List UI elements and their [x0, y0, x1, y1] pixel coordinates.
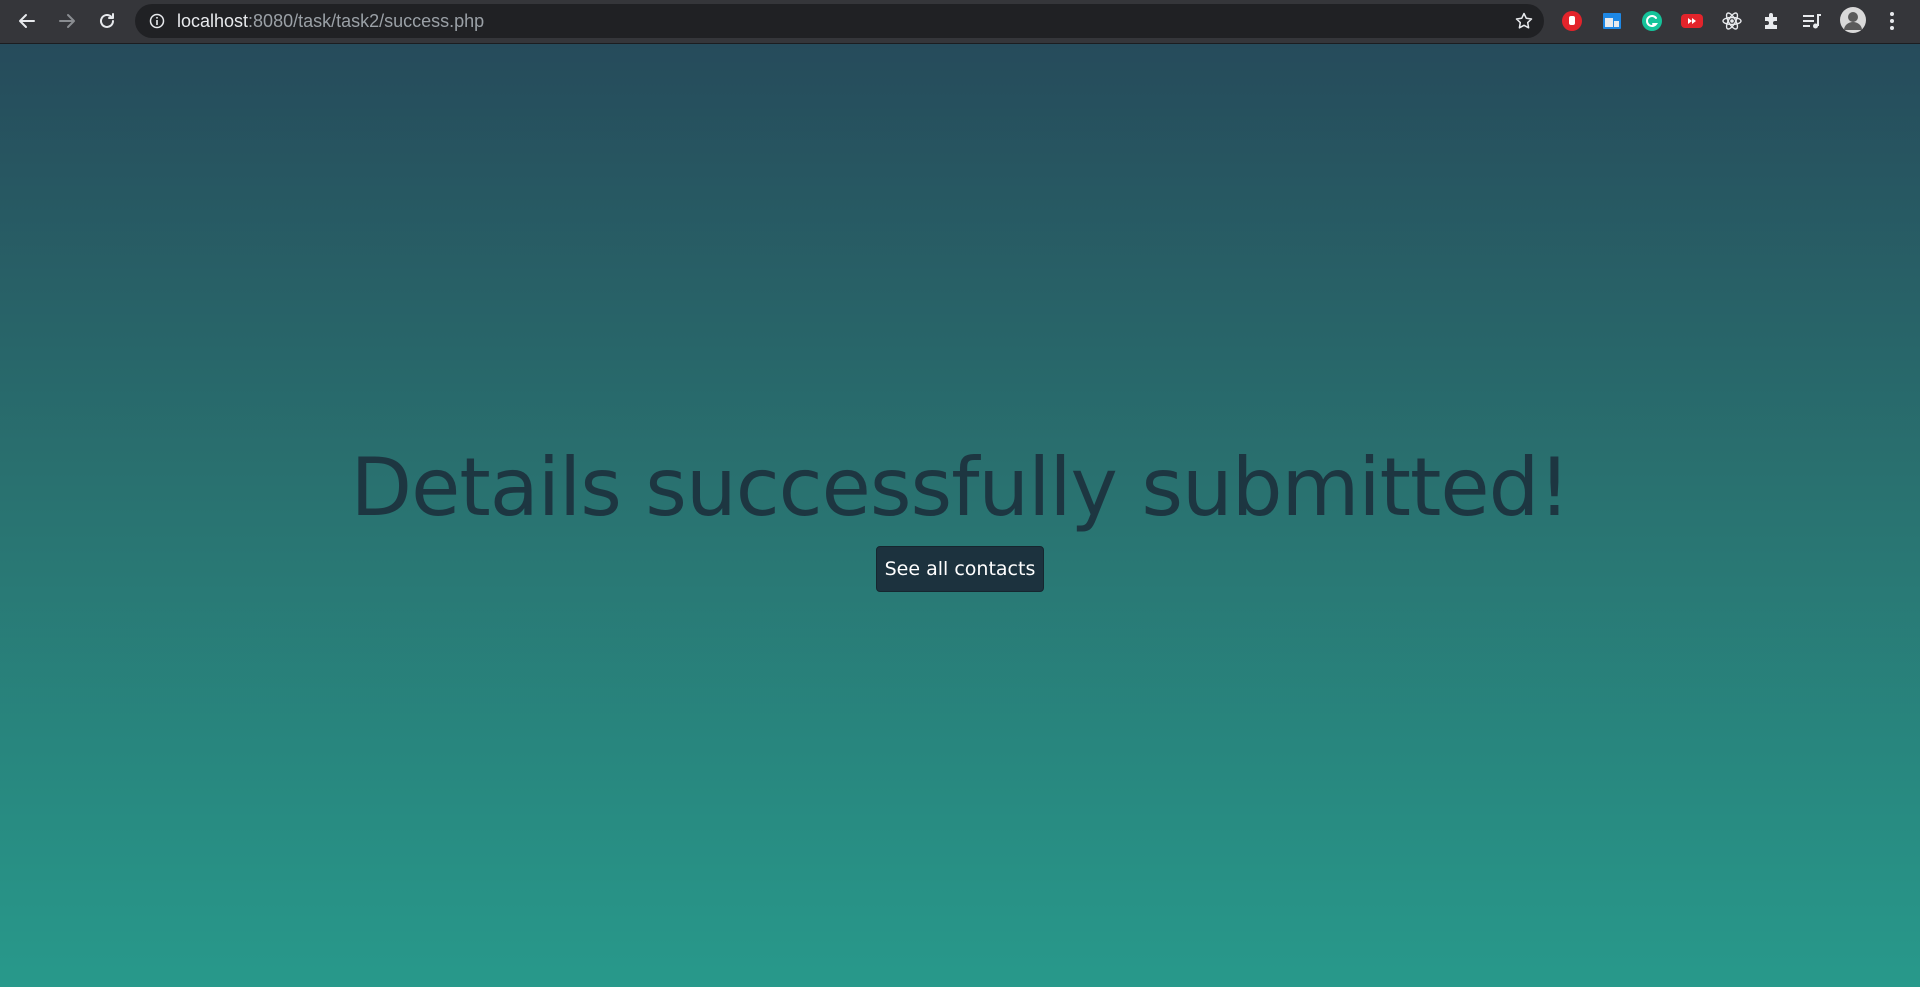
- back-arrow-icon: [19, 14, 35, 28]
- address-bar[interactable]: localhost:8080/task/task2/success.php: [135, 4, 1544, 38]
- browser-toolbar: localhost:8080/task/task2/success.php: [0, 0, 1920, 44]
- url-path: :8080/task/task2/success.php: [248, 11, 485, 31]
- success-heading: Details successfully submitted!: [350, 441, 1571, 534]
- media-control-icon[interactable]: [1799, 8, 1825, 34]
- url-text[interactable]: localhost:8080/task/task2/success.php: [177, 4, 484, 38]
- profile-avatar[interactable]: [1839, 6, 1867, 34]
- back-button[interactable]: [12, 6, 42, 36]
- window-extension-icon[interactable]: [1599, 8, 1625, 34]
- grammarly-icon[interactable]: [1639, 8, 1665, 34]
- react-devtools-icon[interactable]: [1719, 8, 1745, 34]
- reload-icon: [100, 13, 114, 28]
- youtube-extension-icon[interactable]: [1679, 8, 1705, 34]
- page-content: Details successfully submitted! See all …: [0, 44, 1920, 987]
- see-all-contacts-button[interactable]: See all contacts: [876, 546, 1044, 592]
- info-icon[interactable]: [149, 13, 165, 29]
- forward-button[interactable]: [52, 6, 82, 36]
- url-host: localhost: [177, 11, 249, 31]
- bookmark-star-icon[interactable]: [1512, 9, 1536, 33]
- adblock-icon[interactable]: [1559, 8, 1585, 34]
- more-menu-icon[interactable]: [1879, 8, 1905, 34]
- puzzle-icon[interactable]: [1759, 8, 1785, 34]
- reload-button[interactable]: [92, 6, 122, 36]
- forward-arrow-icon: [59, 14, 75, 28]
